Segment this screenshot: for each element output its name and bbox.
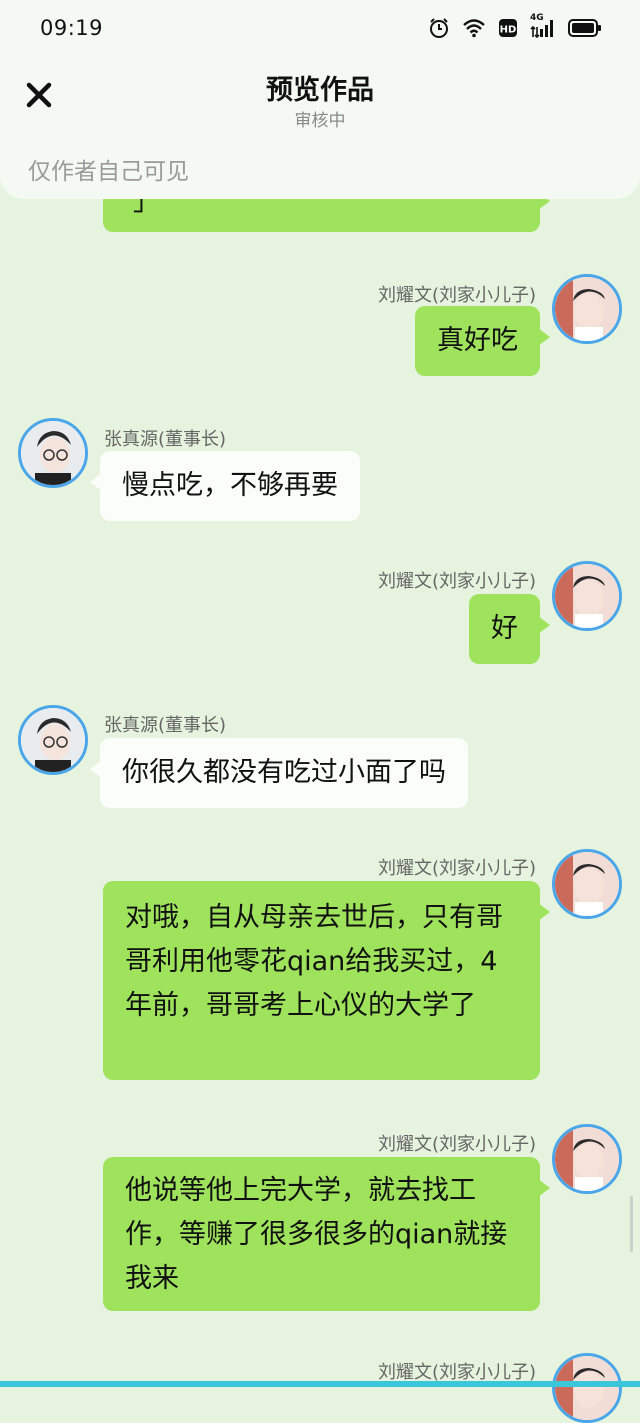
sender-name: 刘耀文(刘家小儿子) bbox=[377, 571, 536, 592]
message-bubble: 真好吃 bbox=[415, 306, 550, 376]
message-text: 真好吃 bbox=[437, 325, 518, 356]
status-bar: 09:19 HD 4G bbox=[0, 0, 640, 56]
avatar-liu-yaowen[interactable] bbox=[552, 849, 622, 919]
message-bubble: 慢点吃，不够再要 bbox=[90, 451, 360, 521]
avatar-liu-yaowen[interactable] bbox=[552, 1124, 622, 1194]
message-bubble: 好 bbox=[469, 594, 550, 664]
hd-icon: HD bbox=[498, 18, 518, 38]
svg-text:HD: HD bbox=[500, 25, 517, 36]
app-header: 预览作品 审核中 bbox=[0, 56, 640, 144]
page-title: 预览作品 bbox=[266, 75, 374, 106]
status-icons: HD 4G bbox=[428, 13, 602, 39]
message-text: 你很久都没有吃过小面了吗 bbox=[122, 757, 446, 788]
avatar-zhang-zhenyuan[interactable] bbox=[18, 705, 88, 775]
avatar-liu-yaowen[interactable] bbox=[552, 1353, 622, 1423]
battery-icon bbox=[568, 18, 602, 38]
avatar-zhang-zhenyuan[interactable] bbox=[18, 418, 88, 488]
scrollbar[interactable] bbox=[630, 1196, 633, 1252]
avatar-liu-yaowen[interactable] bbox=[552, 561, 622, 631]
message-bubble: 他说等他上完大学，就去找工作，等赚了很多很多的qian就接我来 bbox=[103, 1157, 550, 1311]
review-status: 审核中 bbox=[294, 111, 346, 131]
sender-name: 张真源(董事长) bbox=[104, 715, 227, 736]
wifi-icon bbox=[462, 18, 486, 38]
message-text: 对哦，自从母亲去世后，只有哥哥利用他零花qian给我买过，4年前，哥哥考上心仪的… bbox=[125, 902, 503, 1021]
status-time: 09:19 bbox=[40, 16, 104, 40]
bottom-progress-bar bbox=[0, 1381, 640, 1387]
alarm-icon bbox=[428, 17, 450, 39]
sender-name: 刘耀文(刘家小儿子) bbox=[377, 858, 536, 879]
message-bubble: 你很久都没有吃过小面了吗 bbox=[90, 738, 468, 808]
sender-name: 刘耀文(刘家小儿子) bbox=[377, 285, 536, 306]
message-text: 慢点吃，不够再要 bbox=[122, 470, 338, 501]
message-text: 他说等他上完大学，就去找工作，等赚了很多很多的qian就接我来 bbox=[125, 1175, 508, 1294]
chat-area: 」 刘耀文(刘家小儿子) 真好吃 张真源(董事长) 慢点吃，不够再要 刘耀文(刘… bbox=[0, 0, 640, 1423]
sender-name: 张真源(董事长) bbox=[104, 429, 227, 450]
visibility-text: 仅作者自己可见 bbox=[28, 159, 189, 185]
visibility-banner: 仅作者自己可见 bbox=[0, 144, 640, 199]
sender-name: 刘耀文(刘家小儿子) bbox=[377, 1134, 536, 1155]
signal-icon: 4G bbox=[530, 13, 556, 39]
message-text: 好 bbox=[491, 613, 518, 644]
avatar-liu-yaowen[interactable] bbox=[552, 274, 622, 344]
network-label: 4G bbox=[530, 13, 544, 23]
message-bubble: 对哦，自从母亲去世后，只有哥哥利用他零花qian给我买过，4年前，哥哥考上心仪的… bbox=[103, 881, 550, 1080]
